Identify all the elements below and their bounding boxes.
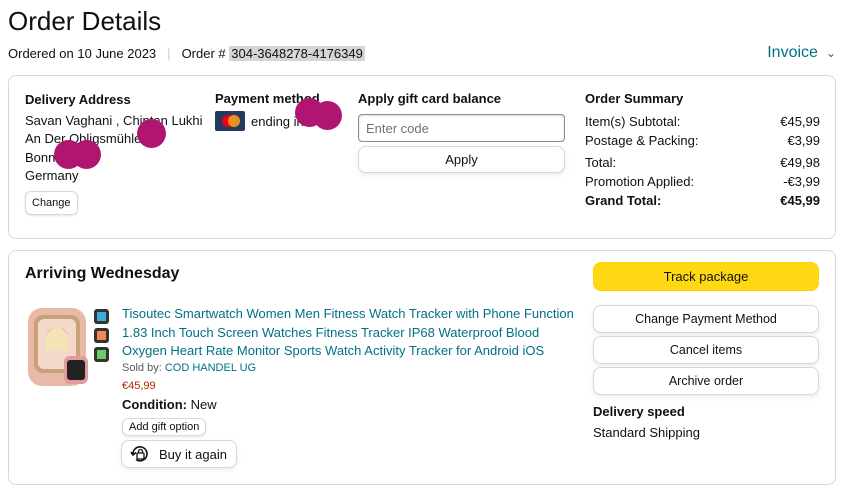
address-line: Bonn <box>25 149 56 165</box>
subtotal-value: €45,99 <box>780 114 820 129</box>
total-value: €49,98 <box>780 155 820 170</box>
postage-row: Postage & Packing: €3,99 <box>585 131 820 150</box>
invoice-dropdown[interactable]: Invoice ⌄ <box>767 44 836 62</box>
order-actions: Track package Change Payment Method Canc… <box>593 262 819 440</box>
sold-by-label: Sold by: <box>122 362 162 374</box>
condition: Condition: New <box>122 397 217 412</box>
subtotal-row: Item(s) Subtotal: €45,99 <box>585 112 820 131</box>
item-price: €45,99 <box>122 380 156 392</box>
change-payment-method-button[interactable]: Change Payment Method <box>593 305 819 333</box>
shipment-box: Arriving Wednesday Tisoutec Smartwatch W… <box>8 250 836 485</box>
condition-value: New <box>190 397 217 412</box>
ordered-date: Ordered on 10 June 2023 <box>8 46 157 61</box>
buy-again-label: Buy it again <box>159 446 227 462</box>
grand-total-row: Grand Total: €45,99 <box>585 191 820 210</box>
gift-card-title: Apply gift card balance <box>358 91 502 106</box>
gift-card-code-input[interactable] <box>358 114 565 142</box>
sold-by: Sold by: COD HANDEL UG <box>122 362 256 374</box>
change-address-button[interactable]: Change <box>25 190 78 215</box>
redaction-mark <box>137 119 166 148</box>
order-number-label: Order # <box>181 46 226 61</box>
grand-total-value: €45,99 <box>780 193 820 208</box>
grand-total-label: Grand Total: <box>585 193 662 208</box>
total-row: Total: €49,98 <box>585 153 820 172</box>
mastercard-icon <box>215 111 245 131</box>
order-summary-title: Order Summary <box>585 91 684 106</box>
gift-card-section: Apply gift card balance Apply <box>358 91 566 173</box>
promotion-label: Promotion Applied: <box>585 174 695 189</box>
arrival-heading: Arriving Wednesday <box>25 265 180 282</box>
apply-gift-card-button[interactable]: Apply <box>358 146 565 173</box>
promotion-row: Promotion Applied: -€3,99 <box>585 172 820 191</box>
total-label: Total: <box>585 155 617 170</box>
redaction-mark <box>313 101 342 130</box>
meta-separator: | <box>167 46 171 61</box>
buy-again-button[interactable]: Buy it again <box>121 440 237 468</box>
order-info-box: Delivery Address Savan Vaghani , Chintan… <box>8 75 836 239</box>
product-title-link[interactable]: Tisoutec Smartwatch Women Men Fitness Wa… <box>122 305 577 361</box>
address-line: Germany <box>25 168 79 183</box>
promotion-value: -€3,99 <box>783 174 820 189</box>
track-package-button[interactable]: Track package <box>593 262 819 291</box>
buy-again-icon <box>130 446 148 462</box>
subtotal-label: Item(s) Subtotal: <box>585 114 681 129</box>
delivery-speed-title: Delivery speed <box>593 404 685 419</box>
order-number: 304-3648278-4176349 <box>229 46 365 61</box>
cancel-items-button[interactable]: Cancel items <box>593 336 819 364</box>
seller-link[interactable]: COD HANDEL UG <box>165 362 256 374</box>
order-meta: Ordered on 10 June 2023 | Order # 304-36… <box>8 46 365 61</box>
postage-value: €3,99 <box>787 133 820 148</box>
address-line: Savan Vaghani , Chintan Lukhi <box>25 112 203 128</box>
postage-label: Postage & Packing: <box>585 133 699 148</box>
archive-order-button[interactable]: Archive order <box>593 367 819 395</box>
address-line: An Der Obligsmühle <box>25 131 142 146</box>
product-image[interactable] <box>26 306 114 388</box>
add-gift-option-button[interactable]: Add gift option <box>122 418 207 436</box>
redaction-mark <box>72 140 101 169</box>
delivery-address: Delivery Address Savan Vaghani , Chintan… <box>25 91 203 215</box>
order-summary: Order Summary Item(s) Subtotal: €45,99 Po… <box>585 91 820 210</box>
invoice-label: Invoice <box>767 44 818 61</box>
delivery-speed-value: Standard Shipping <box>593 425 700 440</box>
condition-label: Condition: <box>122 397 187 412</box>
page-title: Order Details <box>8 6 162 36</box>
delivery-address-title: Delivery Address <box>25 92 131 107</box>
chevron-down-icon: ⌄ <box>825 46 836 60</box>
